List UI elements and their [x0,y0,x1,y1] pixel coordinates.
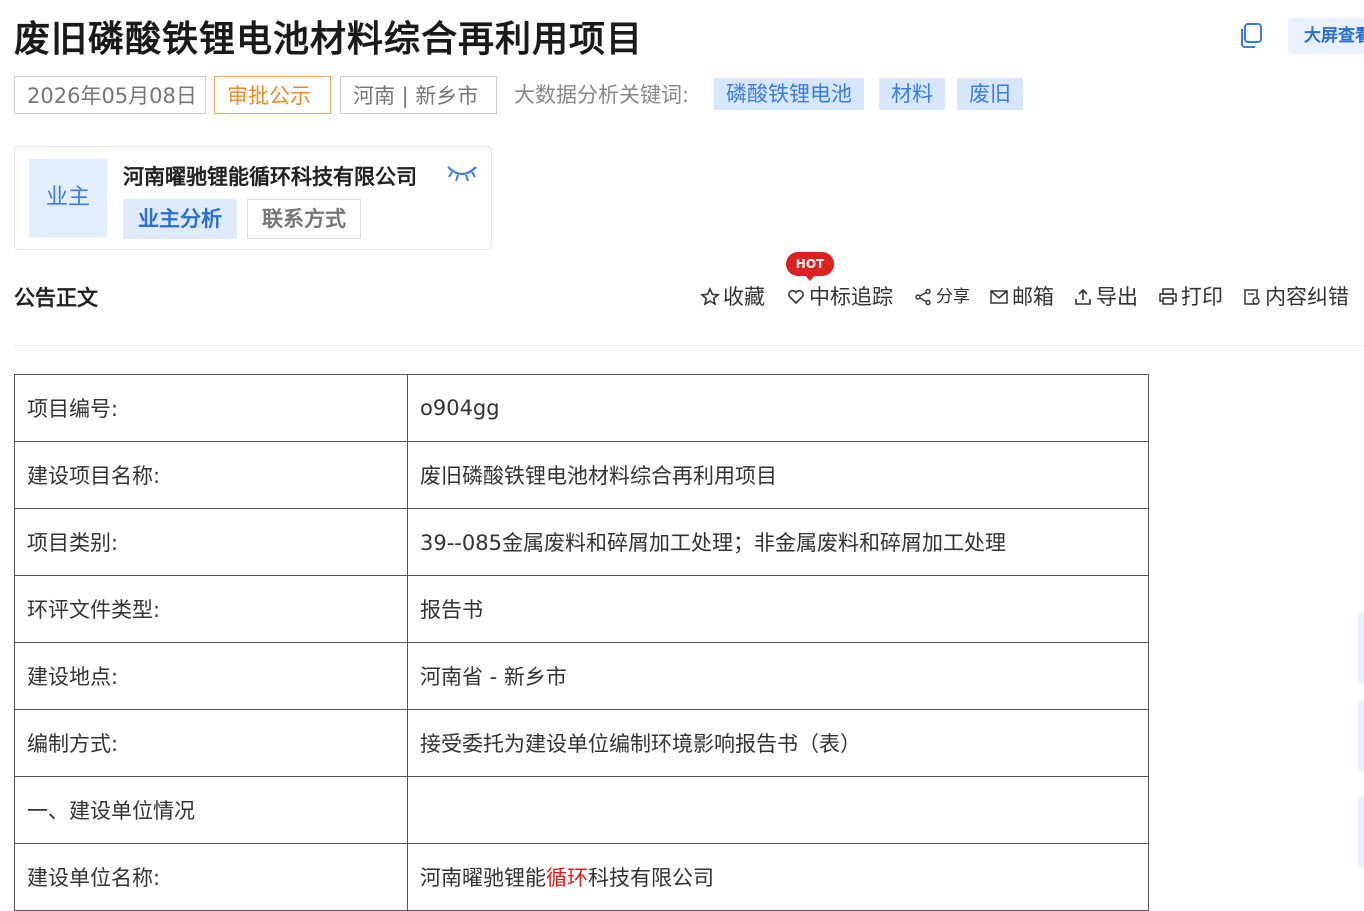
correct-button[interactable]: 内容纠错 [1242,282,1349,312]
keyword-tag[interactable]: 磷酸铁锂电池 [714,78,864,110]
keyword-tag[interactable]: 废旧 [957,78,1023,110]
action-toolbar: 收藏 中标追踪 分享 邮箱 导出 打印 内容纠错 [0,282,1364,314]
track-button[interactable]: 中标追踪 [786,282,893,312]
email-label: 邮箱 [1012,285,1054,309]
edit-doc-icon [1244,289,1260,305]
floating-side-tab[interactable] [1358,700,1364,772]
table-label-cell: 建设地点: [14,642,408,710]
page-title: 废旧磷酸铁锂电池材料综合再利用项目 [14,19,644,60]
table-row: 环评文件类型: 报告书 [14,575,1149,643]
owner-company-name[interactable]: 河南曜驰锂能循环科技有限公司 [123,161,417,191]
table-row: 项目编号: o904gg [14,374,1149,442]
table-label-cell: 项目编号: [14,374,408,442]
company-name-part: 科技有限公司 [588,866,714,890]
print-label: 打印 [1181,285,1223,309]
mail-icon [990,290,1008,304]
print-button[interactable]: 打印 [1158,282,1223,312]
company-name-part: 河南曜驰锂能 [420,866,546,890]
table-value-cell [407,776,1149,844]
table-value-cell: 河南省 - 新乡市 [407,642,1149,710]
project-info-table: 项目编号: o904gg 建设项目名称: 废旧磷酸铁锂电池材料综合再利用项目 项… [14,374,1149,911]
table-row: 编制方式: 接受委托为建设单位编制环境影响报告书（表） [14,709,1149,777]
printer-icon [1159,288,1177,305]
table-row: 建设地点: 河南省 - 新乡市 [14,642,1149,710]
big-screen-button[interactable]: 大屏查看 [1288,18,1364,54]
table-row: 建设项目名称: 废旧磷酸铁锂电池材料综合再利用项目 [14,441,1149,509]
track-label: 中标追踪 [809,285,893,309]
table-label-cell: 环评文件类型: [14,575,408,643]
table-row: 一、建设单位情况 [14,776,1149,844]
divider [14,345,1364,346]
export-button[interactable]: 导出 [1073,282,1138,312]
table-value-cell: 废旧磷酸铁锂电池材料综合再利用项目 [407,441,1149,509]
share-icon [915,288,931,306]
table-value-cell: 39--085金属废料和碎屑加工处理；非金属废料和碎屑加工处理 [407,508,1149,576]
table-label-cell: 项目类别: [14,508,408,576]
star-icon [700,287,720,306]
copy-icon[interactable] [1237,21,1265,49]
table-label-cell: 编制方式: [14,709,408,777]
owner-analysis-button[interactable]: 业主分析 [123,199,237,239]
share-label: 分享 [936,287,970,307]
share-button[interactable]: 分享 [913,282,970,312]
upload-icon [1075,288,1091,305]
owner-card: 业主 河南曜驰锂能循环科技有限公司 业主分析 联系方式 [14,146,492,250]
table-value-cell: 河南曜驰锂能循环科技有限公司 [407,843,1149,911]
email-button[interactable]: 邮箱 [989,282,1054,312]
heart-icon [788,289,804,305]
table-label-cell: 建设单位名称: [14,843,408,911]
table-value-cell: o904gg [407,374,1149,442]
avatar: 业主 [29,159,107,237]
eye-closed-icon[interactable] [445,161,479,183]
favorite-label: 收藏 [723,285,765,309]
table-value-cell: 接受委托为建设单位编制环境影响报告书（表） [407,709,1149,777]
date-tag: 2026年05月08日 [14,76,206,114]
table-label-cell: 建设项目名称: [14,441,408,509]
keywords-label: 大数据分析关键词: [514,83,690,107]
table-value-cell: 报告书 [407,575,1149,643]
contact-button[interactable]: 联系方式 [247,199,361,239]
floating-side-tab[interactable] [1358,796,1364,868]
highlighted-keyword: 循环 [546,866,588,890]
hot-badge: HOT [786,252,834,281]
floating-side-tab[interactable] [1358,612,1364,684]
table-row: 项目类别: 39--085金属废料和碎屑加工处理；非金属废料和碎屑加工处理 [14,508,1149,576]
table-label-cell: 一、建设单位情况 [14,776,408,844]
status-badge[interactable]: 审批公示 [214,76,331,114]
favorite-button[interactable]: 收藏 [700,282,765,312]
region-tag[interactable]: 河南 | 新乡市 [340,76,497,114]
table-row: 建设单位名称: 河南曜驰锂能循环科技有限公司 [14,843,1149,911]
export-label: 导出 [1096,285,1138,309]
keyword-tag[interactable]: 材料 [879,78,945,110]
correct-label: 内容纠错 [1265,285,1349,309]
